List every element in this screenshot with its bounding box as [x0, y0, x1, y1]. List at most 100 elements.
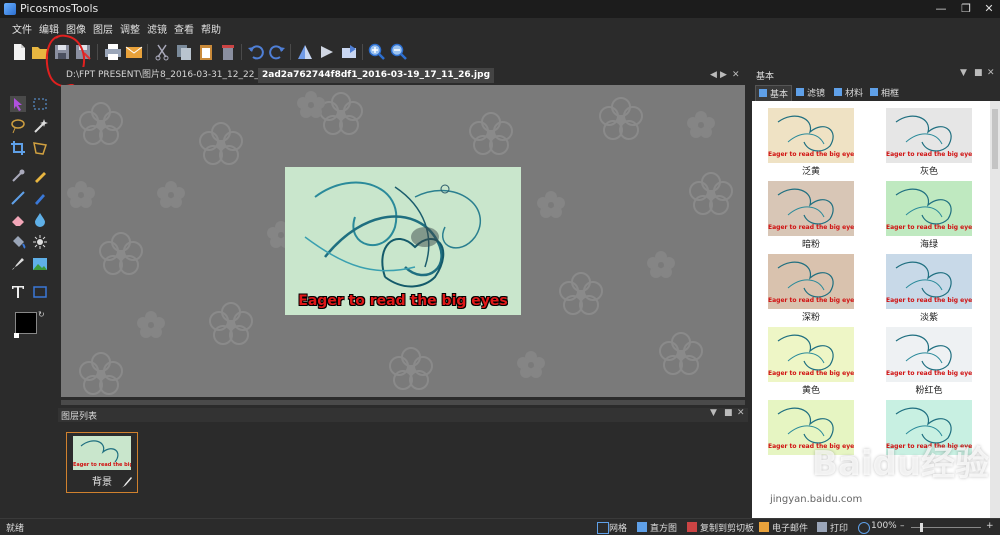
preset-thumb-text: Eager to read the big eyes	[886, 370, 972, 377]
delete-icon[interactable]	[219, 43, 237, 61]
resize-icon[interactable]	[340, 43, 358, 61]
redo-icon[interactable]	[268, 43, 286, 61]
magic-wand-icon[interactable]	[32, 118, 48, 134]
zoom-out-small-icon[interactable]: –	[900, 521, 905, 531]
eraser-icon[interactable]	[10, 212, 26, 228]
preset-item[interactable]: Eager to read the big eyes 深粉	[768, 254, 854, 323]
copy-icon[interactable]	[175, 43, 193, 61]
preset-item[interactable]: Eager to read the big eyes 海绿	[886, 181, 972, 250]
perspective-icon[interactable]	[32, 140, 48, 156]
lasso-icon[interactable]	[10, 118, 26, 134]
preset-scrollbar[interactable]	[990, 101, 1000, 518]
email-button[interactable]: 电子邮件	[772, 521, 808, 534]
preset-thumb-text: Eager to read the big eyes	[768, 151, 854, 158]
crop-icon[interactable]	[10, 140, 26, 156]
document-tabs: D:\FPT PRESENT\图片8_2016-03-31_12_22_28.p…	[60, 67, 750, 84]
email-icon[interactable]	[125, 43, 143, 61]
canvas-area[interactable]: Eager to read the big eyes	[61, 85, 745, 397]
tab-material[interactable]: 材料	[832, 85, 872, 100]
zoom-slider-handle[interactable]	[920, 523, 923, 532]
copy-to-clipboard-button[interactable]: 复制到剪切板	[700, 521, 754, 534]
zoom-level: 100%	[871, 521, 897, 531]
text-tool-icon[interactable]	[10, 284, 26, 300]
preset-scroll-thumb[interactable]	[992, 109, 998, 169]
swap-colors-icon[interactable]: ↻	[38, 310, 45, 319]
grid-button[interactable]: 网格	[609, 521, 627, 534]
tab-basic[interactable]: 基本	[755, 85, 792, 102]
panel-dropdown-icon[interactable]: ▼	[710, 408, 717, 418]
histogram-icon	[637, 522, 647, 532]
line-icon[interactable]	[10, 190, 26, 206]
menu-bar: 文件 编辑 图像 图层 调整 滤镜 查看 帮助	[0, 18, 1000, 36]
tab-filter[interactable]: 滤镜	[794, 85, 834, 100]
zoom-in-small-icon[interactable]: +	[986, 521, 994, 531]
right-panel-close-icon[interactable]: ✕	[987, 68, 995, 78]
preset-label: 灰色	[919, 167, 938, 177]
layer-thumbnail: Eager to read the big eyes	[73, 436, 131, 470]
preset-thumb-text: Eager to read the big eyes	[768, 370, 854, 377]
preset-thumb-text: Eager to read the big eyes	[886, 297, 972, 304]
clone-brush-icon[interactable]	[10, 256, 26, 272]
preset-item[interactable]: Eager to read the big eyes 灰色	[886, 108, 972, 177]
shape-rect-icon[interactable]	[32, 284, 48, 300]
preset-item[interactable]: Eager to read the big eyes 粉红色	[886, 327, 972, 396]
sharpen-icon[interactable]	[32, 234, 48, 250]
preset-thumb-text: Eager to read the big eyes	[768, 224, 854, 231]
right-panel-pin-icon[interactable]: ■	[974, 68, 983, 78]
grid-icon	[597, 522, 609, 534]
undo-icon[interactable]	[247, 43, 265, 61]
tab-document-2[interactable]: 2ad2a762744f8df1_2016-03-19_17_11_26.jpg	[258, 68, 495, 83]
right-panel-header: 基本 ▼ ■ ✕	[752, 67, 1000, 83]
menu-help[interactable]: 帮助	[201, 21, 221, 36]
tab-close-icon[interactable]: ✕	[728, 68, 744, 83]
paste-icon[interactable]	[197, 43, 215, 61]
reset-colors-icon[interactable]	[14, 333, 19, 338]
menu-filter[interactable]: 滤镜	[147, 21, 167, 36]
eyedropper-icon[interactable]	[10, 168, 26, 184]
canvas-image[interactable]: Eager to read the big eyes	[285, 167, 521, 315]
preset-label: 暗粉	[801, 240, 820, 250]
new-file-icon[interactable]	[10, 43, 28, 61]
panel-close-icon[interactable]: ✕	[737, 408, 745, 418]
image-tool-icon[interactable]	[32, 256, 48, 272]
canvas-scrollbar[interactable]	[61, 400, 745, 405]
email-icon	[759, 522, 769, 532]
preset-thumbnail: Eager to read the big eyes	[768, 108, 854, 163]
preset-thumbnail: Eager to read the big eyes	[768, 327, 854, 382]
menu-view[interactable]: 查看	[174, 21, 194, 36]
foreground-color-swatch[interactable]	[15, 312, 37, 334]
minimize-icon[interactable]: —	[930, 1, 952, 17]
basic-tab-icon	[759, 89, 767, 97]
right-panel-dropdown-icon[interactable]: ▼	[960, 68, 967, 78]
menu-file[interactable]: 文件	[12, 21, 32, 36]
menu-layer[interactable]: 图层	[93, 21, 113, 36]
zoom-out-icon[interactable]	[390, 43, 408, 61]
flip-icon[interactable]	[296, 43, 314, 61]
rect-select-icon[interactable]	[32, 96, 48, 112]
toolbar	[0, 36, 1000, 68]
panel-pin-icon[interactable]: ■	[724, 408, 733, 418]
preset-item[interactable]: Eager to read the big eyes 暗粉	[768, 181, 854, 250]
print-button[interactable]: 打印	[830, 521, 848, 534]
preset-item[interactable]: Eager to read the big eyes 泛黄	[768, 108, 854, 177]
rotate-icon[interactable]	[318, 43, 336, 61]
preset-thumb-text: Eager to read the big eyes	[886, 224, 972, 231]
restore-icon[interactable]: ❐	[955, 1, 977, 17]
print-icon[interactable]	[104, 43, 122, 61]
app-icon	[4, 3, 16, 15]
zoom-in-icon[interactable]	[368, 43, 386, 61]
fill-bucket-icon[interactable]	[10, 234, 26, 250]
layer-thumb-text: Eager to read the big eyes	[73, 462, 131, 468]
close-icon[interactable]: ✕	[978, 1, 1000, 17]
tab-frame[interactable]: 相框	[868, 85, 908, 100]
layer-item-background[interactable]: Eager to read the big eyes 背景	[66, 432, 138, 493]
preset-item[interactable]: Eager to read the big eyes 淡紫	[886, 254, 972, 323]
menu-adjust[interactable]: 调整	[120, 21, 140, 36]
blur-drop-icon[interactable]	[32, 212, 48, 228]
brush-icon[interactable]	[32, 190, 48, 206]
pencil-icon[interactable]	[32, 168, 48, 184]
histogram-button[interactable]: 直方图	[650, 521, 677, 534]
preset-item[interactable]: Eager to read the big eyes 黄色	[768, 327, 854, 396]
cut-icon[interactable]	[153, 43, 171, 61]
select-tool-icon[interactable]	[10, 96, 26, 112]
